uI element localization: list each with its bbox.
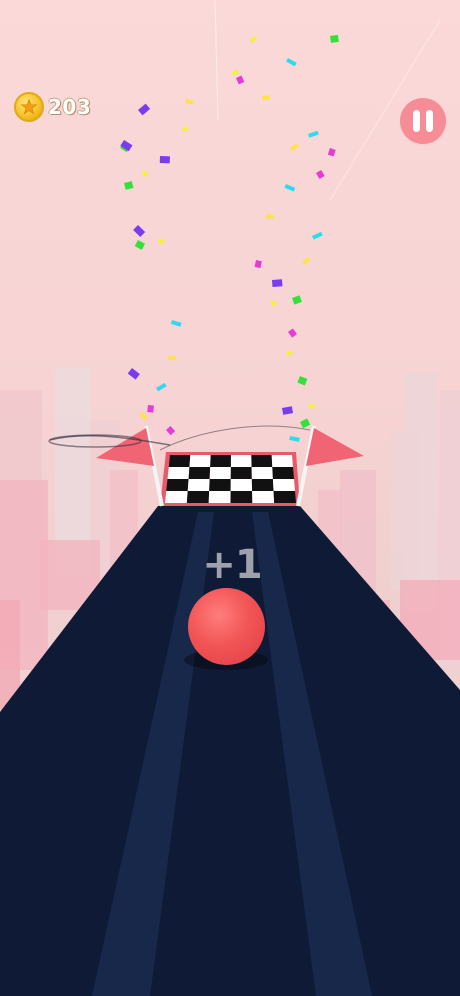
star-coin-icon: [14, 92, 44, 122]
confetti-piece: [166, 425, 176, 436]
confetti-piece: [286, 58, 297, 67]
confetti-piece: [284, 184, 296, 192]
confetti-piece: [311, 231, 323, 240]
confetti-piece: [327, 148, 336, 157]
confetti-piece: [302, 256, 311, 266]
confetti-piece: [147, 405, 154, 413]
pause-icon: [413, 110, 420, 132]
score-popup: +1: [202, 542, 262, 588]
confetti-piece: [262, 95, 271, 100]
confetti-piece: [235, 75, 245, 85]
confetti-piece: [156, 382, 167, 392]
confetti-piece: [308, 130, 319, 138]
confetti-piece: [297, 375, 308, 386]
confetti-piece: [290, 143, 299, 152]
confetti-piece: [141, 169, 149, 177]
confetti-piece: [133, 225, 146, 237]
confetti-piece: [158, 239, 165, 244]
confetti-piece: [159, 155, 170, 164]
player-ball[interactable]: [188, 588, 265, 665]
confetti-piece: [170, 320, 182, 327]
confetti-piece: [272, 279, 283, 287]
pause-button[interactable]: [400, 98, 446, 144]
confetti-piece: [167, 356, 176, 361]
coin-count: 203: [48, 95, 92, 119]
confetti-piece: [269, 300, 278, 307]
confetti-piece: [185, 99, 194, 105]
confetti-piece: [250, 35, 258, 43]
confetti-piece: [139, 412, 148, 421]
coin-counter: 203: [14, 92, 91, 122]
confetti-piece: [265, 214, 274, 219]
confetti-piece: [300, 418, 311, 429]
confetti-piece: [127, 368, 140, 380]
confetti-piece: [287, 328, 297, 338]
confetti-piece: [138, 103, 151, 116]
confetti-piece: [282, 406, 294, 415]
confetti-piece: [182, 126, 189, 131]
confetti-piece: [120, 140, 133, 152]
confetti-piece: [316, 170, 325, 180]
confetti-piece: [232, 69, 240, 76]
confetti-piece: [286, 350, 293, 356]
confetti-piece: [254, 260, 262, 269]
confetti-piece: [308, 403, 316, 410]
confetti-piece: [289, 436, 300, 442]
confetti-piece: [330, 34, 339, 43]
confetti: [120, 34, 339, 442]
confetti-piece: [134, 240, 146, 250]
game-scene[interactable]: 203 +1: [0, 0, 460, 996]
finish-line: [160, 452, 300, 506]
game-world: [0, 0, 460, 996]
confetti-piece: [291, 295, 302, 305]
confetti-piece: [124, 181, 134, 190]
